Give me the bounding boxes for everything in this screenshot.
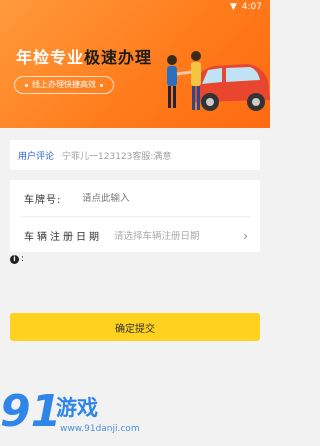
watermark-name: 游戏	[56, 396, 98, 420]
date-picker[interactable]: 请选择车辆注册日期	[114, 228, 200, 242]
submit-button[interactable]: 确定提交	[10, 313, 260, 341]
registration-date-row[interactable]: 车辆注册日期 请选择车辆注册日期 ›	[10, 217, 260, 253]
watermark-logo: 91 游戏 www.91danji.com	[0, 386, 150, 446]
hero-subtitle-text: 线上办理快捷高效	[32, 80, 96, 89]
hero-title-part1: 年检专业	[16, 48, 85, 67]
vehicle-form: 车牌号: 车辆注册日期 请选择车辆注册日期 ›	[10, 180, 260, 252]
hero-title-part2: 极速办理	[84, 48, 153, 67]
info-line: i :	[10, 254, 24, 264]
hero-title: 年检专业极速办理	[16, 44, 152, 68]
info-text: :	[21, 254, 25, 264]
watermark-url: www.91danji.com	[60, 424, 140, 434]
status-time: 4:07	[241, 2, 262, 12]
status-bar: ▼ 4:07	[230, 2, 262, 12]
dot-icon	[25, 83, 28, 87]
wifi-icon: ▼	[229, 2, 237, 12]
chevron-right-icon: ›	[243, 229, 248, 243]
hero-subtitle: 线上办理快捷高效	[14, 76, 114, 94]
plate-row[interactable]: 车牌号:	[10, 180, 260, 216]
watermark-number: 91	[0, 386, 62, 437]
date-label: 车辆注册日期	[24, 231, 102, 243]
review-text: 宁菲儿一123123客服:满意	[62, 151, 172, 162]
plate-label: 车牌号:	[24, 194, 62, 206]
user-review-bar: 用户评论 宁菲儿一123123客服:满意	[10, 140, 260, 170]
info-icon: i	[10, 254, 19, 264]
car-handshake-illustration	[167, 51, 270, 111]
dot-icon	[100, 83, 103, 87]
review-label: 用户评论	[18, 151, 55, 162]
plate-input[interactable]	[82, 192, 204, 204]
hero-banner: ▼ 4:07 年检专业极速办理 线上办理快捷高效	[0, 0, 270, 128]
